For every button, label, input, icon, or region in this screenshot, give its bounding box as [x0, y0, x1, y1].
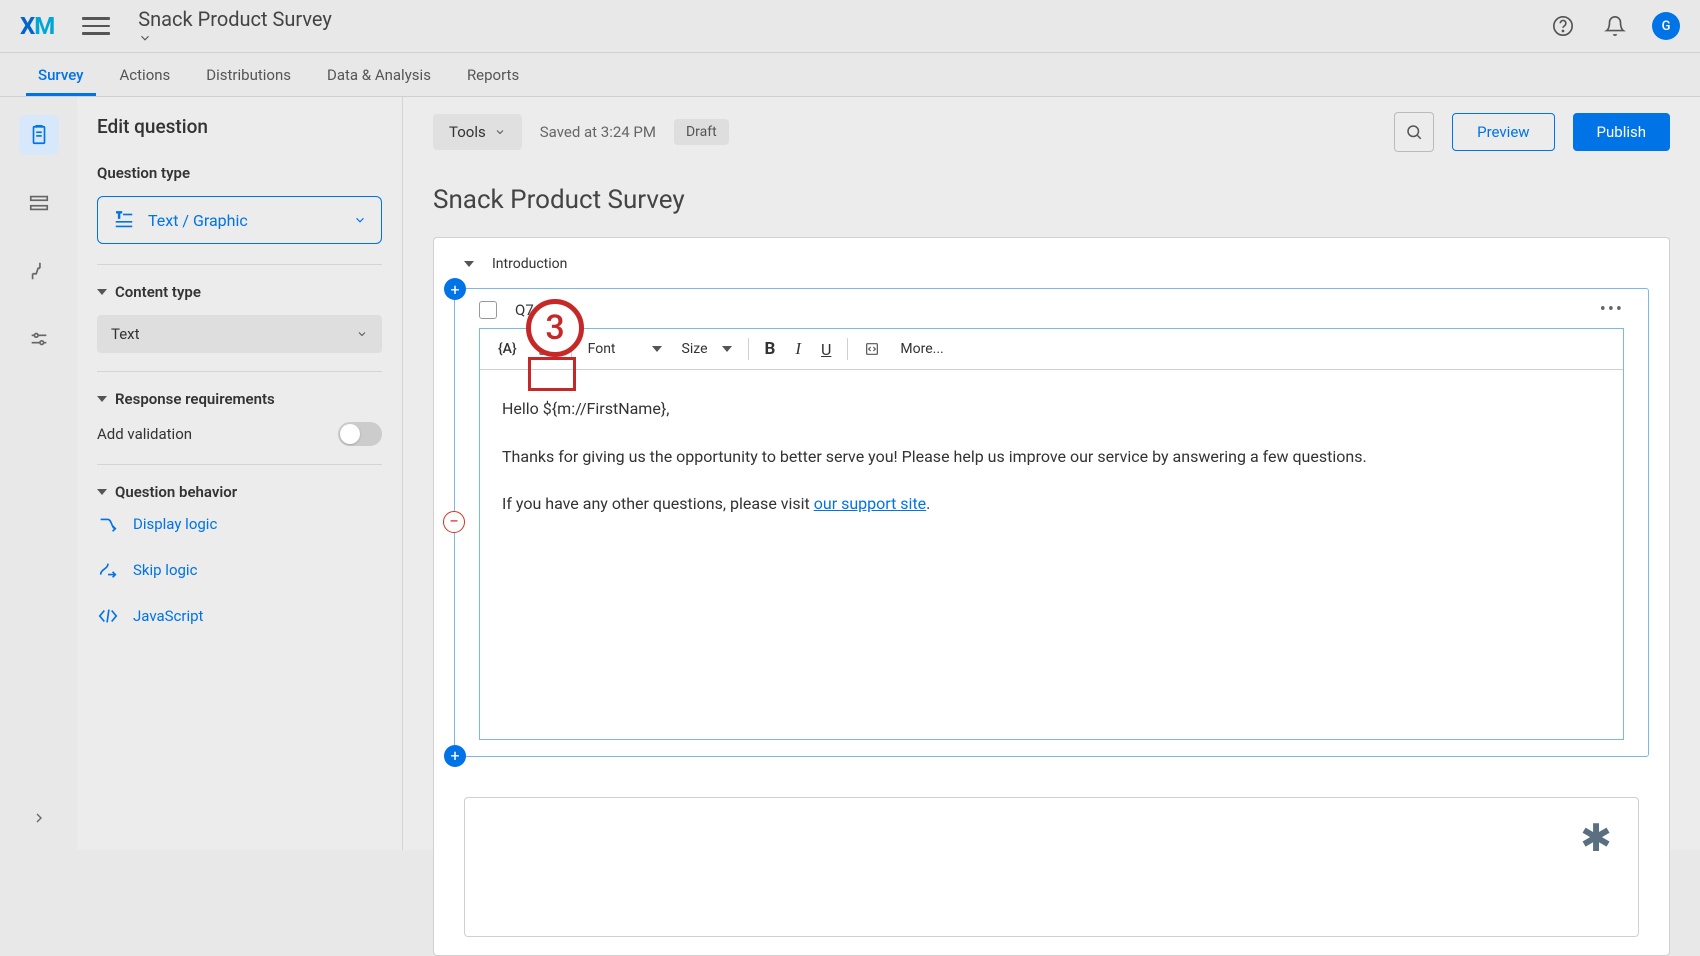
question-more-icon[interactable]: •••	[1600, 299, 1624, 320]
block-name[interactable]: Introduction	[492, 256, 567, 272]
tab-data-analysis[interactable]: Data & Analysis	[309, 53, 449, 96]
add-validation-label: Add validation	[97, 425, 192, 443]
chevron-down-icon	[356, 328, 368, 340]
closing-suffix: .	[926, 494, 930, 513]
tab-reports[interactable]: Reports	[449, 53, 537, 96]
chevron-down-icon	[494, 126, 506, 138]
piped-text-icon[interactable]: {A}	[490, 337, 525, 361]
italic-icon[interactable]: I	[787, 335, 809, 363]
nav-tabs: Survey Actions Distributions Data & Anal…	[0, 53, 1700, 97]
content-type-select[interactable]: Text	[97, 315, 382, 353]
rail-flow-icon[interactable]	[19, 183, 59, 223]
content-type-header[interactable]: Content type	[97, 283, 382, 301]
project-name-text: Snack Product Survey	[138, 7, 332, 31]
help-icon[interactable]	[1548, 11, 1578, 41]
caret-down-icon	[97, 489, 107, 495]
tools-button[interactable]: Tools	[433, 114, 522, 150]
question-checkbox[interactable]	[479, 301, 497, 319]
response-req-header[interactable]: Response requirements	[97, 390, 382, 408]
tab-survey[interactable]: Survey	[20, 53, 102, 96]
edit-panel-title: Edit question	[97, 115, 382, 138]
avatar[interactable]: G	[1652, 12, 1680, 40]
editor-greeting: Hello ${m://FirstName},	[502, 396, 1601, 422]
javascript-label: JavaScript	[133, 607, 203, 625]
editor-body-text: Thanks for giving us the opportunity to …	[502, 444, 1601, 470]
text-graphic-icon: T	[112, 209, 136, 231]
draft-badge: Draft	[674, 119, 729, 145]
survey-title: Snack Product Survey	[403, 167, 1700, 237]
search-button[interactable]	[1394, 112, 1434, 152]
rail-expand-icon[interactable]	[19, 798, 59, 838]
javascript-button[interactable]: JavaScript	[97, 593, 382, 639]
tab-actions[interactable]: Actions	[102, 53, 189, 96]
bell-icon[interactable]	[1600, 11, 1630, 41]
question-type-value: Text / Graphic	[148, 211, 248, 230]
skip-logic-icon	[97, 559, 119, 581]
display-logic-icon	[97, 513, 119, 535]
publish-button[interactable]: Publish	[1573, 113, 1670, 151]
behavior-header[interactable]: Question behavior	[97, 483, 382, 501]
svg-text:T: T	[117, 211, 122, 221]
font-select[interactable]: Font	[580, 337, 670, 361]
remove-button[interactable]: −	[443, 511, 465, 533]
behavior-header-text: Question behavior	[115, 483, 237, 501]
underline-icon[interactable]: U	[813, 336, 839, 363]
saved-at-text: Saved at 3:24 PM	[540, 123, 656, 141]
canvas-toolbar: Tools Saved at 3:24 PM Draft Preview Pub…	[403, 97, 1700, 167]
display-logic-label: Display logic	[133, 515, 217, 533]
canvas: Tools Saved at 3:24 PM Draft Preview Pub…	[402, 97, 1700, 850]
size-label: Size	[682, 341, 708, 357]
menu-icon[interactable]	[82, 12, 110, 40]
chevron-down-icon	[353, 213, 367, 227]
search-icon	[1405, 123, 1423, 141]
code-icon	[97, 605, 119, 627]
rail-options-icon[interactable]	[19, 319, 59, 359]
caret-down-icon[interactable]	[464, 261, 474, 267]
callout-highlight	[528, 357, 576, 391]
caret-down-icon	[97, 289, 107, 295]
question-type-label: Question type	[97, 164, 382, 182]
tools-label: Tools	[449, 123, 486, 141]
question-type-select[interactable]: T Text / Graphic	[97, 196, 382, 244]
more-button[interactable]: More...	[892, 337, 951, 361]
rich-text-editor[interactable]: 3 {A} Font Size	[479, 328, 1624, 740]
skip-logic-button[interactable]: Skip logic	[97, 547, 382, 593]
content-type-header-text: Content type	[115, 283, 201, 301]
skip-logic-label: Skip logic	[133, 561, 197, 579]
content-type-value: Text	[111, 325, 140, 343]
question-frame[interactable]: + − + Q7 ••• 3 {A}	[454, 288, 1649, 757]
callout-badge: 3	[526, 299, 584, 357]
chevron-down-icon	[138, 31, 342, 45]
add-above-button[interactable]: +	[444, 278, 466, 300]
source-icon[interactable]	[856, 337, 888, 361]
support-site-link[interactable]: our support site	[814, 494, 926, 513]
caret-down-icon	[722, 346, 732, 352]
add-below-button[interactable]: +	[444, 745, 466, 767]
size-select[interactable]: Size	[674, 337, 740, 361]
tab-distributions[interactable]: Distributions	[188, 53, 309, 96]
required-star-icon: ✱	[1580, 816, 1612, 861]
editor-closing: If you have any other questions, please …	[502, 491, 1601, 517]
closing-prefix: If you have any other questions, please …	[502, 494, 814, 513]
rail-builder-icon[interactable]	[19, 115, 59, 155]
left-rail	[0, 97, 77, 850]
add-validation-toggle[interactable]	[338, 422, 382, 446]
caret-down-icon	[97, 396, 107, 402]
top-bar: XM Snack Product Survey G	[0, 0, 1700, 53]
edit-panel: Edit question Question type T Text / Gra…	[77, 97, 402, 850]
display-logic-button[interactable]: Display logic	[97, 501, 382, 547]
question-block: Introduction + − + Q7 ••• 3 {A}	[433, 237, 1670, 956]
editor-body[interactable]: Hello ${m://FirstName}, Thanks for givin…	[480, 370, 1623, 739]
bold-icon[interactable]: B	[757, 335, 784, 363]
xm-logo[interactable]: XM	[20, 12, 54, 40]
preview-button[interactable]: Preview	[1452, 113, 1554, 151]
font-label: Font	[588, 341, 616, 357]
rail-look-icon[interactable]	[19, 251, 59, 291]
response-req-header-text: Response requirements	[115, 390, 275, 408]
caret-down-icon	[652, 346, 662, 352]
next-question-placeholder[interactable]: ✱	[464, 797, 1639, 937]
project-name[interactable]: Snack Product Survey	[138, 7, 342, 45]
editor-toolbar: {A} Font Size	[480, 329, 1623, 370]
